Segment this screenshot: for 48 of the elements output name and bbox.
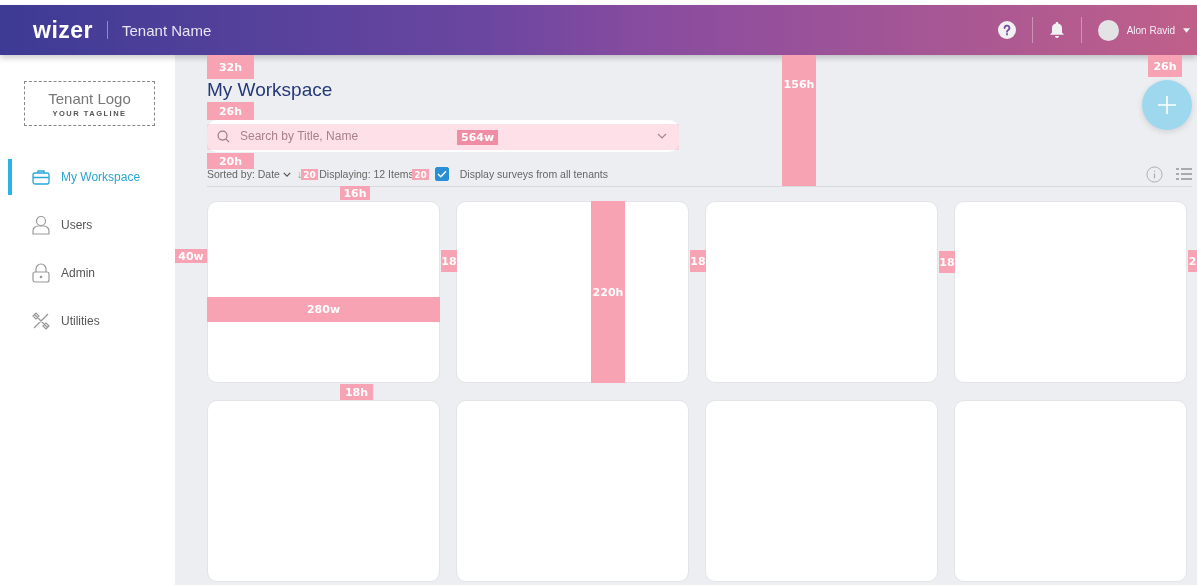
briefcase-icon xyxy=(32,169,50,185)
app-logo[interactable]: wizer xyxy=(33,16,94,44)
chevron-down-icon[interactable] xyxy=(282,171,291,177)
dimension-marker: 20h xyxy=(207,153,254,169)
dimension-marker: 18h xyxy=(340,384,373,400)
dimension-marker: 156h xyxy=(782,55,816,186)
nav-item[interactable]: Users xyxy=(8,207,175,243)
dimension-marker: 40w xyxy=(175,249,207,263)
survey-card[interactable] xyxy=(954,201,1187,383)
notification-bell-icon[interactable] xyxy=(1048,21,1065,39)
user-avatar[interactable] xyxy=(1097,19,1119,41)
info-icon[interactable] xyxy=(1146,165,1163,183)
survey-card[interactable] xyxy=(705,400,938,582)
nav-item[interactable]: Admin xyxy=(8,255,175,291)
dimension-marker: 18 xyxy=(441,250,457,272)
tools-icon xyxy=(32,312,50,330)
user-name[interactable]: Alon Ravid xyxy=(1126,24,1175,36)
dimension-marker: 2 xyxy=(1188,250,1197,272)
dimension-marker: 18 xyxy=(690,250,706,272)
dimension-marker: 18 xyxy=(939,251,955,273)
tenant-logo-title: Tenant Logo xyxy=(48,89,131,107)
chevron-down-icon[interactable] xyxy=(657,133,667,139)
survey-card[interactable] xyxy=(705,201,938,383)
dimension-marker: 32h xyxy=(207,55,254,79)
survey-card[interactable] xyxy=(207,400,440,582)
survey-card[interactable] xyxy=(954,400,1187,582)
nav-item[interactable]: Utilities xyxy=(8,303,175,339)
list-view-icon[interactable] xyxy=(1176,167,1192,181)
lock-icon xyxy=(32,263,50,283)
dimension-marker: 26h xyxy=(207,102,254,120)
dimension-marker: 16h xyxy=(340,186,370,200)
search-icon xyxy=(217,129,230,143)
sort-dropdown[interactable]: Sorted by: Date xyxy=(207,168,280,180)
dimension-marker: 20 xyxy=(301,169,318,180)
dimension-marker: 220h xyxy=(591,201,625,383)
add-button[interactable] xyxy=(1142,80,1192,130)
caret-icon[interactable] xyxy=(1183,27,1190,33)
tenant-name: Tenant Name xyxy=(122,21,212,39)
help-icon[interactable] xyxy=(997,21,1016,39)
plus-icon xyxy=(1157,95,1177,115)
survey-card[interactable] xyxy=(456,400,689,582)
user-icon xyxy=(32,215,50,235)
page-title: My Workspace xyxy=(207,79,333,101)
dimension-marker: 280w xyxy=(207,297,440,322)
checkbox-label[interactable]: Display surveys from all tenants xyxy=(459,168,608,180)
dimension-marker: 20 xyxy=(412,169,429,180)
dimension-marker: 26h xyxy=(1148,55,1182,77)
checkbox[interactable] xyxy=(434,167,449,181)
